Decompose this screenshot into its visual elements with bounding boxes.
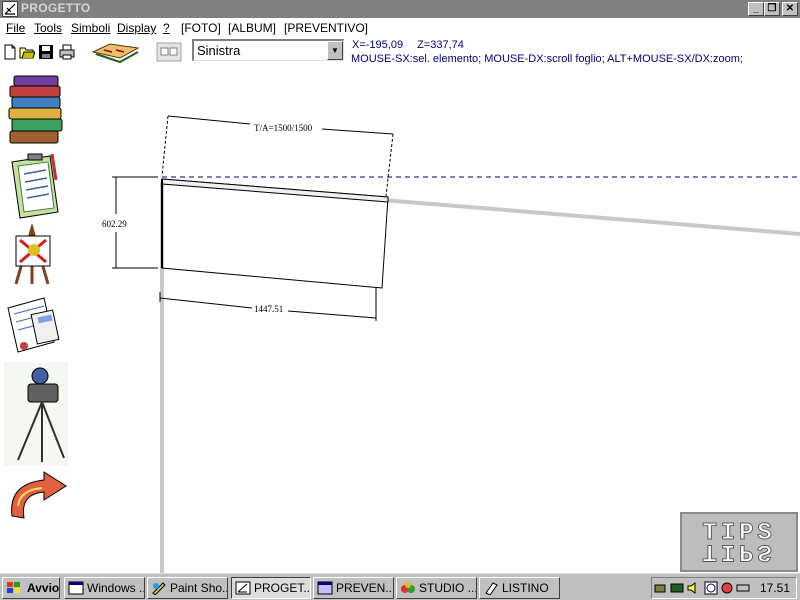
volume-icon[interactable] — [686, 581, 700, 595]
open-folder-icon[interactable] — [19, 44, 35, 60]
taskbar: Avvio Windows ... Paint Sho... PROGET...… — [0, 573, 800, 600]
start-button[interactable]: Avvio — [2, 577, 60, 599]
menu-album[interactable]: [ALBUM] — [228, 21, 276, 35]
dim-top-extension-left — [161, 115, 169, 177]
dim-top-extension-right — [385, 133, 394, 197]
maximize-button[interactable]: ❐ — [764, 2, 780, 16]
dim-ta-label: T/A=1500/1500 — [254, 123, 313, 133]
preventivo-icon — [317, 581, 333, 595]
menu-tools[interactable]: Tools — [34, 21, 62, 35]
task-windows[interactable]: Windows ... — [64, 577, 145, 599]
dim-top-line-left — [167, 115, 251, 125]
view-select-value: Sinistra — [197, 43, 241, 58]
task-label: Windows ... — [87, 581, 145, 595]
window-title: PROGETTO — [21, 1, 91, 15]
studio-icon — [401, 582, 415, 593]
menu-preventivo[interactable]: [PREVENTIVO] — [284, 21, 368, 35]
dim-top-line-right — [321, 128, 394, 135]
task-label: Paint Sho... — [170, 581, 228, 595]
save-icon[interactable] — [38, 44, 54, 60]
task-label: PROGET... — [254, 581, 311, 595]
task-progetto[interactable]: PROGET... — [231, 577, 311, 599]
menu-help[interactable]: ? — [163, 21, 170, 35]
building-sketch-icon[interactable] — [90, 40, 142, 66]
menu-foto[interactable]: [FOTO] — [181, 21, 221, 35]
dim-width-label: 1447.51 — [254, 304, 283, 314]
menu-bar: File Tools Simboli Display ? [FOTO] [ALB… — [0, 18, 800, 38]
coord-x: X=-195,09 — [352, 39, 404, 51]
task-label: LISTINO — [502, 581, 549, 595]
dim-height-label: 602.29 — [102, 219, 127, 229]
task-paint-shop[interactable]: Paint Sho... — [147, 577, 228, 599]
task-listino[interactable]: LISTINO — [479, 577, 560, 599]
view-toggle-icon[interactable] — [156, 42, 182, 62]
progetto-icon — [235, 581, 251, 595]
menu-display[interactable]: Display — [117, 21, 156, 35]
menu-simboli[interactable]: Simboli — [71, 21, 110, 35]
dim-width-line-right — [287, 310, 377, 319]
network-icon[interactable] — [654, 581, 668, 595]
drawing-canvas[interactable]: T/A=1500/1500 602.29 1447.51 — [0, 68, 800, 573]
start-label: Avvio — [27, 581, 60, 595]
paint-shop-icon — [152, 582, 166, 595]
display-icon[interactable] — [720, 581, 734, 595]
app-icon — [2, 1, 18, 17]
menu-file[interactable]: File — [6, 21, 25, 35]
wall-top-band[interactable] — [161, 178, 389, 203]
task-label: STUDIO ... — [419, 581, 477, 595]
task-preventivo[interactable]: PREVEN... — [313, 577, 394, 599]
keyboard-icon[interactable] — [736, 581, 750, 595]
coordinate-readout: X=-195,09 Z=337,74 — [352, 39, 464, 51]
system-tray: 17.51 — [651, 577, 797, 599]
print-icon[interactable] — [59, 44, 75, 60]
scheduler-icon[interactable] — [704, 581, 718, 595]
windows-logo-icon — [7, 582, 20, 593]
modem-icon[interactable] — [670, 581, 684, 595]
chevron-down-icon[interactable]: ▼ — [327, 41, 343, 60]
close-button[interactable]: ✕ — [782, 2, 798, 16]
listino-icon — [485, 582, 498, 595]
clock[interactable]: 17.51 — [760, 581, 790, 595]
new-file-icon[interactable] — [2, 44, 18, 60]
svg-text:TIPS: TIPS — [702, 538, 775, 565]
tips-logo: TIPS TIPS — [680, 512, 798, 572]
task-studio[interactable]: STUDIO ... — [396, 577, 477, 599]
title-bar[interactable]: PROGETTO _ ❐ ✕ — [0, 0, 800, 18]
view-select[interactable]: Sinistra ▼ — [192, 39, 344, 61]
coord-z: Z=337,74 — [417, 39, 464, 51]
minimize-button[interactable]: _ — [748, 2, 764, 16]
explorer-icon — [68, 581, 84, 595]
task-label: PREVEN... — [336, 581, 394, 595]
mouse-hint: MOUSE-SX:sel. elemento; MOUSE-DX:scroll … — [351, 53, 743, 65]
dim-width-line-left — [159, 297, 253, 309]
